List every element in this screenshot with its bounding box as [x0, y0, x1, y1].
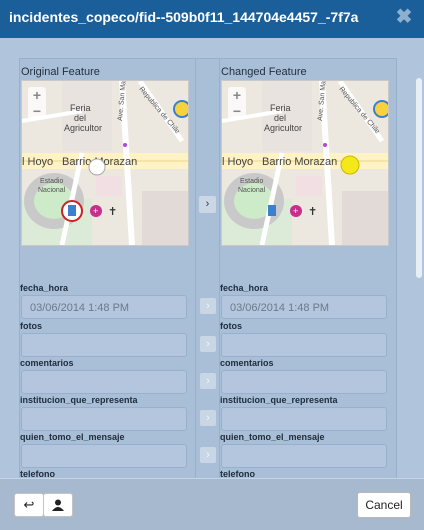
- merge-dialog: incidentes_copeco/fid--509b0f11_144704e4…: [0, 0, 424, 530]
- comentarios-field[interactable]: [221, 370, 387, 394]
- changed-feature-heading: Changed Feature: [221, 66, 307, 78]
- fecha-hora-field[interactable]: 03/06/2014 1:48 PM: [221, 295, 387, 319]
- quien-tomo-field[interactable]: [221, 444, 387, 468]
- field-label: institucion_que_representa: [20, 395, 138, 405]
- svg-text:Agricultor: Agricultor: [264, 123, 302, 133]
- scrollbar[interactable]: [416, 78, 422, 278]
- svg-text:Nacional: Nacional: [238, 187, 266, 194]
- fotos-field[interactable]: [221, 333, 387, 357]
- svg-text:Barrio Morazan: Barrio Morazan: [262, 156, 337, 168]
- field-label: telefono: [20, 469, 55, 478]
- copy-arrow-column: › › › › › › ›: [195, 58, 220, 478]
- zoom-out-button[interactable]: −: [28, 103, 46, 119]
- zoom-control: + −: [228, 87, 246, 119]
- document-icon: [68, 205, 76, 216]
- dialog-body: Original Feature Feria del Agricultor Re…: [0, 38, 424, 478]
- feature-point-marker: [88, 158, 106, 176]
- field-label: fotos: [20, 321, 42, 331]
- svg-text:l Hoyo: l Hoyo: [222, 156, 253, 168]
- changed-feature-panel: Changed Feature Feria del Agricultor Rep…: [219, 58, 397, 478]
- undo-button[interactable]: ↩: [14, 493, 44, 517]
- cancel-button[interactable]: Cancel: [357, 492, 411, 518]
- document-icon: [268, 205, 276, 216]
- original-feature-heading: Original Feature: [21, 66, 100, 78]
- dialog-footer: ↩ Cancel: [0, 478, 424, 530]
- dialog-titlebar: incidentes_copeco/fid--509b0f11_144704e4…: [0, 0, 424, 38]
- svg-text:+: +: [293, 206, 298, 216]
- poi-icon: [373, 100, 388, 118]
- original-map[interactable]: Feria del Agricultor Ave. San Martin de …: [21, 80, 189, 246]
- svg-text:Feria: Feria: [70, 103, 91, 113]
- map-tiles: Feria del Agricultor Ave. San Martin de …: [22, 81, 188, 245]
- zoom-out-button[interactable]: −: [228, 103, 246, 119]
- field-label: comentarios: [220, 358, 274, 368]
- copy-field-arrow-icon[interactable]: ›: [200, 298, 216, 314]
- quien-tomo-field: [21, 444, 187, 468]
- field-label: quien_tomo_el_mensaje: [220, 432, 325, 442]
- zoom-control: + −: [28, 87, 46, 119]
- field-label: fecha_hora: [20, 283, 69, 293]
- field-label: telefono: [220, 469, 255, 478]
- field-label: comentarios: [20, 358, 74, 368]
- institucion-field[interactable]: [221, 407, 387, 431]
- svg-text:Feria: Feria: [270, 103, 291, 113]
- svg-text:+: +: [93, 206, 98, 216]
- undo-arrow-icon: ↩: [23, 497, 35, 512]
- changed-map[interactable]: Feria del Agricultor Ave. San Martin de …: [221, 80, 389, 246]
- zoom-in-button[interactable]: +: [28, 87, 46, 103]
- fecha-hora-field: 03/06/2014 1:48 PM: [21, 295, 187, 319]
- institucion-field: [21, 407, 187, 431]
- svg-text:del: del: [74, 113, 86, 123]
- poi-icon: [173, 100, 188, 118]
- field-label: quien_tomo_el_mensaje: [20, 432, 125, 442]
- copy-field-arrow-icon[interactable]: ›: [200, 447, 216, 463]
- feature-point-marker: [340, 155, 360, 175]
- dialog-title: incidentes_copeco/fid--509b0f11_144704e4…: [9, 9, 359, 25]
- copy-field-arrow-icon[interactable]: ›: [200, 373, 216, 389]
- svg-text:Estadio: Estadio: [40, 178, 63, 185]
- field-label: fecha_hora: [220, 283, 269, 293]
- user-icon: [52, 499, 64, 511]
- fotos-field: [21, 333, 187, 357]
- copy-field-arrow-icon[interactable]: ›: [200, 336, 216, 352]
- church-icon: ✝: [108, 206, 117, 218]
- original-feature-panel: Original Feature Feria del Agricultor Re…: [19, 58, 197, 478]
- field-label: fotos: [220, 321, 242, 331]
- svg-text:l Hoyo: l Hoyo: [22, 156, 53, 168]
- zoom-in-button[interactable]: +: [228, 87, 246, 103]
- church-icon: ✝: [308, 206, 317, 218]
- copy-geometry-arrow-icon[interactable]: ›: [199, 196, 216, 213]
- svg-text:Nacional: Nacional: [38, 187, 66, 194]
- field-label: institucion_que_representa: [220, 395, 338, 405]
- user-button[interactable]: [43, 493, 73, 517]
- copy-field-arrow-icon[interactable]: ›: [200, 410, 216, 426]
- close-icon[interactable]: ✖: [394, 6, 414, 28]
- svg-text:Agricultor: Agricultor: [64, 123, 102, 133]
- map-tiles: Feria del Agricultor Ave. San Martin de …: [222, 81, 388, 245]
- svg-text:del: del: [274, 113, 286, 123]
- svg-text:Estadio: Estadio: [240, 178, 263, 185]
- comentarios-field: [21, 370, 187, 394]
